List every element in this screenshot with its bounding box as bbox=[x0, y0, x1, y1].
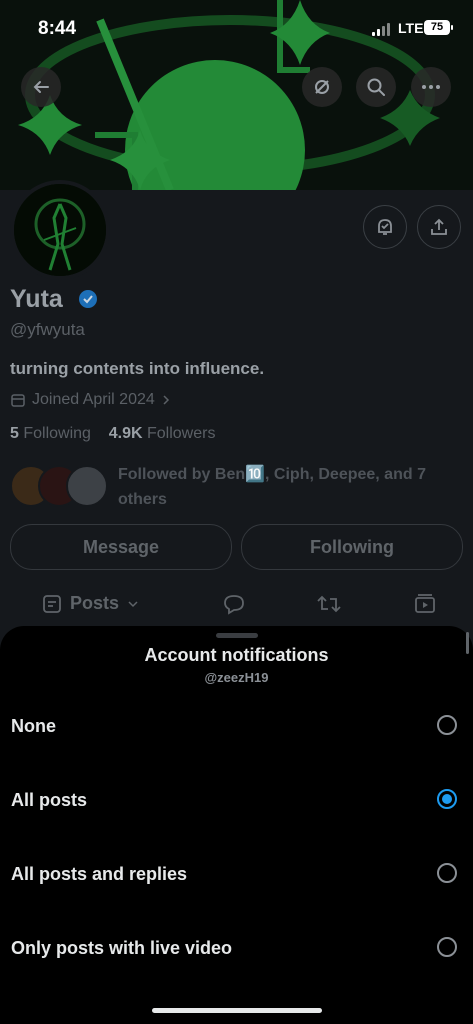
chevron-right-icon bbox=[163, 395, 169, 405]
radio-button[interactable] bbox=[437, 937, 457, 957]
radio-button-selected[interactable] bbox=[437, 789, 457, 809]
back-arrow-icon bbox=[33, 81, 49, 93]
grok-icon bbox=[315, 80, 329, 94]
option-label: None bbox=[11, 716, 56, 736]
bell-check-icon bbox=[378, 219, 392, 235]
following-stat[interactable]: 5 Following bbox=[10, 425, 91, 442]
tab-posts[interactable]: Posts bbox=[42, 593, 139, 614]
tab-posts-label: Posts bbox=[70, 593, 120, 613]
followers-stat[interactable]: 4.9K Followers bbox=[109, 425, 216, 442]
grok-button[interactable] bbox=[302, 67, 342, 107]
sheet-grabber[interactable] bbox=[216, 633, 258, 638]
following-button[interactable]: Following bbox=[241, 524, 463, 570]
share-button[interactable] bbox=[417, 205, 461, 249]
option-live-video[interactable]: Only posts with live video bbox=[0, 920, 473, 980]
search-icon bbox=[367, 78, 385, 96]
verified-badge-icon[interactable] bbox=[78, 289, 98, 309]
search-button[interactable] bbox=[356, 67, 396, 107]
following-count: 5 bbox=[10, 425, 19, 442]
profile-name: Yuta bbox=[10, 285, 63, 313]
battery-icon: 75 bbox=[424, 20, 450, 35]
option-label: Only posts with live video bbox=[11, 938, 233, 958]
follower-avatar bbox=[66, 465, 108, 507]
chevron-down-icon bbox=[128, 600, 138, 607]
option-all-posts[interactable]: All posts bbox=[0, 772, 473, 832]
network-type: LTE bbox=[398, 20, 424, 36]
option-label: All posts and replies bbox=[11, 864, 188, 884]
followers-count: 4.9K bbox=[108, 425, 143, 442]
more-icon bbox=[422, 85, 440, 89]
avatar[interactable] bbox=[10, 180, 110, 280]
scroll-indicator[interactable] bbox=[466, 632, 469, 654]
follow-stats: 5 Following 4.9K Followers bbox=[10, 425, 215, 443]
signal-icon bbox=[372, 22, 392, 36]
profile-handle: @yfwyuta bbox=[10, 320, 85, 339]
option-label: All posts bbox=[11, 790, 88, 810]
media-icon[interactable] bbox=[414, 593, 436, 615]
home-indicator[interactable] bbox=[152, 1008, 322, 1013]
repost-icon[interactable] bbox=[316, 593, 342, 615]
battery-nub bbox=[451, 25, 453, 30]
profile-tabs: Posts bbox=[0, 585, 473, 625]
followed-by-avatars[interactable] bbox=[10, 465, 110, 507]
calendar-icon bbox=[11, 394, 25, 407]
radio-button[interactable] bbox=[437, 715, 457, 735]
avatar-image bbox=[14, 184, 106, 276]
joined-date[interactable]: Joined April 2024 bbox=[10, 391, 171, 409]
share-icon bbox=[431, 218, 447, 235]
status-time: 8:44 bbox=[38, 18, 77, 39]
back-button[interactable] bbox=[21, 67, 61, 107]
followers-label: Followers bbox=[146, 425, 216, 442]
profile-bio: turning contents into influence. bbox=[10, 359, 265, 378]
joined-label: Joined April 2024 bbox=[32, 391, 155, 408]
sheet-title: Account notifications bbox=[144, 645, 329, 665]
option-all-posts-and-replies[interactable]: All posts and replies bbox=[0, 846, 473, 906]
status-bar: 8:44 LTE 75 bbox=[0, 0, 473, 56]
followed-by-text[interactable]: Followed by Ben🔟, Ciph, Deepee, and 7 ot… bbox=[118, 462, 458, 512]
sheet-subtitle: @zeezH19 bbox=[204, 670, 269, 685]
following-label: Following bbox=[23, 425, 91, 442]
message-button[interactable]: Message bbox=[10, 524, 232, 570]
more-button[interactable] bbox=[411, 67, 451, 107]
option-none[interactable]: None bbox=[0, 698, 473, 758]
posts-icon bbox=[43, 594, 61, 613]
notifications-button[interactable] bbox=[363, 205, 407, 249]
account-notifications-sheet: Account notifications @zeezH19 None All … bbox=[0, 626, 473, 1024]
radio-button[interactable] bbox=[437, 863, 457, 883]
reply-icon[interactable] bbox=[223, 593, 245, 615]
